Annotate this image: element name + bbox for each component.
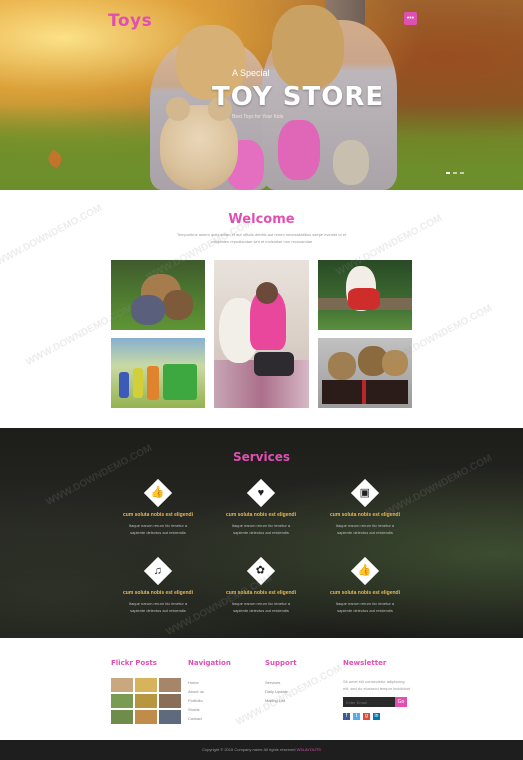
support-links: Services Daily Update Mailing List bbox=[265, 678, 288, 705]
thumbs-up-icon: 👍 bbox=[151, 486, 165, 499]
service-item: 👍 cum soluta nobis est eligendi Itaque e… bbox=[315, 556, 415, 614]
flickr-thumb[interactable] bbox=[111, 710, 133, 724]
flickr-thumb[interactable] bbox=[159, 678, 181, 692]
welcome-title: Welcome bbox=[228, 212, 295, 227]
footer-link-portfolio[interactable]: Portfolio bbox=[188, 696, 204, 705]
copyright-text: Copyright © 2015 Company name All rights… bbox=[202, 747, 296, 752]
service-text: Itaque earum rerum hic tenetur a sapient… bbox=[231, 601, 291, 613]
newsletter-title: Newsletter bbox=[343, 659, 387, 667]
service-item: ♥ cum soluta nobis est eligendi Itaque e… bbox=[211, 478, 311, 536]
service-text: Itaque earum rerum hic tenetur a sapient… bbox=[335, 601, 395, 613]
service-item: ✿ cum soluta nobis est eligendi Itaque e… bbox=[211, 556, 311, 614]
watermark: WWW.DOWNDEMO.COM bbox=[234, 662, 344, 729]
thumbs-up-icon: 👍 bbox=[358, 564, 372, 577]
gallery-image-stuffed-animals[interactable] bbox=[111, 260, 205, 330]
twitter-icon[interactable]: t bbox=[353, 713, 360, 720]
teddy-bear-image bbox=[160, 97, 238, 190]
slider-dots bbox=[446, 172, 464, 174]
support-title: Support bbox=[265, 659, 297, 667]
service-title[interactable]: cum soluta nobis est eligendi bbox=[315, 590, 415, 596]
footer-link-shorts[interactable]: Shorts bbox=[188, 705, 204, 714]
footer-link-daily-update[interactable]: Daily Update bbox=[265, 687, 288, 696]
navigation-links: Home About us Portfolio Shorts Contact bbox=[188, 678, 204, 723]
flickr-title: Flickr Posts bbox=[111, 659, 157, 667]
service-item: ♫ cum soluta nobis est eligendi Itaque e… bbox=[108, 556, 208, 614]
heart-icon: ♥ bbox=[257, 486, 265, 499]
footer-link-about[interactable]: About us bbox=[188, 687, 204, 696]
service-title[interactable]: cum soluta nobis est eligendi bbox=[315, 512, 415, 518]
flickr-thumb[interactable] bbox=[135, 710, 157, 724]
menu-button[interactable]: ••• bbox=[404, 12, 417, 25]
hero-banner: Toys ••• A Special TOY STORE Best Toys f… bbox=[0, 0, 523, 190]
newsletter-form: Go bbox=[343, 697, 407, 707]
slider-dot[interactable] bbox=[446, 172, 450, 174]
flickr-thumb[interactable] bbox=[111, 694, 133, 708]
image-icon: ▣ bbox=[359, 486, 371, 499]
hero-title: TOY STORE bbox=[212, 82, 385, 112]
navigation-title: Navigation bbox=[188, 659, 231, 667]
flickr-thumb[interactable] bbox=[135, 678, 157, 692]
service-title[interactable]: cum soluta nobis est eligendi bbox=[108, 512, 208, 518]
footer-link-contact[interactable]: Contact bbox=[188, 714, 204, 723]
copyright-link[interactable]: W3LAYOUTS bbox=[297, 747, 321, 752]
music-icon: ♫ bbox=[153, 564, 163, 577]
welcome-text: Temporibus autem quibusdam et aut offici… bbox=[176, 232, 347, 244]
service-item: ▣ cum soluta nobis est eligendi Itaque e… bbox=[315, 478, 415, 536]
hero-kicker: A Special bbox=[232, 68, 270, 78]
service-text: Itaque earum rerum hic tenetur a sapient… bbox=[231, 523, 291, 535]
slider-dot[interactable] bbox=[460, 172, 464, 174]
gallery-image-child-with-bear[interactable] bbox=[214, 260, 309, 408]
menu-dots-icon: ••• bbox=[406, 15, 415, 22]
service-title[interactable]: cum soluta nobis est eligendi bbox=[211, 512, 311, 518]
gift-icon: ✿ bbox=[256, 564, 266, 577]
newsletter-text: Sit amet elit consectetur adipiscing eli… bbox=[343, 679, 411, 691]
service-item: 👍 cum soluta nobis est eligendi Itaque e… bbox=[108, 478, 208, 536]
page: Toys ••• A Special TOY STORE Best Toys f… bbox=[0, 0, 523, 760]
copyright: Copyright © 2015 Company name All rights… bbox=[0, 747, 523, 752]
service-text: Itaque earum rerum hic tenetur a sapient… bbox=[128, 523, 188, 535]
service-title[interactable]: cum soluta nobis est eligendi bbox=[211, 590, 311, 596]
flickr-thumb[interactable] bbox=[159, 710, 181, 724]
footer-link-services[interactable]: Services bbox=[265, 678, 288, 687]
gallery-image-teddy-bears-gifts[interactable] bbox=[318, 338, 412, 408]
footer-link-home[interactable]: Home bbox=[188, 678, 204, 687]
site-logo[interactable]: Toys bbox=[108, 11, 152, 31]
newsletter-email-input[interactable] bbox=[343, 697, 395, 707]
service-title[interactable]: cum soluta nobis est eligendi bbox=[108, 590, 208, 596]
google-plus-icon[interactable]: g bbox=[363, 713, 370, 720]
flickr-grid bbox=[111, 678, 181, 724]
service-text: Itaque earum rerum hic tenetur a sapient… bbox=[128, 601, 188, 613]
newsletter-submit-button[interactable]: Go bbox=[395, 697, 407, 707]
facebook-icon[interactable]: f bbox=[343, 713, 350, 720]
plush-toy-image bbox=[333, 140, 369, 185]
gallery-image-toy-mouse[interactable] bbox=[318, 260, 412, 330]
flickr-thumb[interactable] bbox=[111, 678, 133, 692]
footer-link-mailing-list[interactable]: Mailing List bbox=[265, 696, 288, 705]
services-title: Services bbox=[232, 450, 291, 464]
slider-dot[interactable] bbox=[453, 172, 457, 174]
flickr-thumb[interactable] bbox=[159, 694, 181, 708]
gallery-image-toy-figures[interactable] bbox=[111, 338, 205, 408]
hero-caption: Best Toys for Your Kids bbox=[232, 114, 284, 120]
flickr-thumb[interactable] bbox=[135, 694, 157, 708]
service-text: Itaque earum rerum hic tenetur a sapient… bbox=[335, 523, 395, 535]
social-links: f t g in bbox=[343, 713, 380, 720]
linkedin-icon[interactable]: in bbox=[373, 713, 380, 720]
